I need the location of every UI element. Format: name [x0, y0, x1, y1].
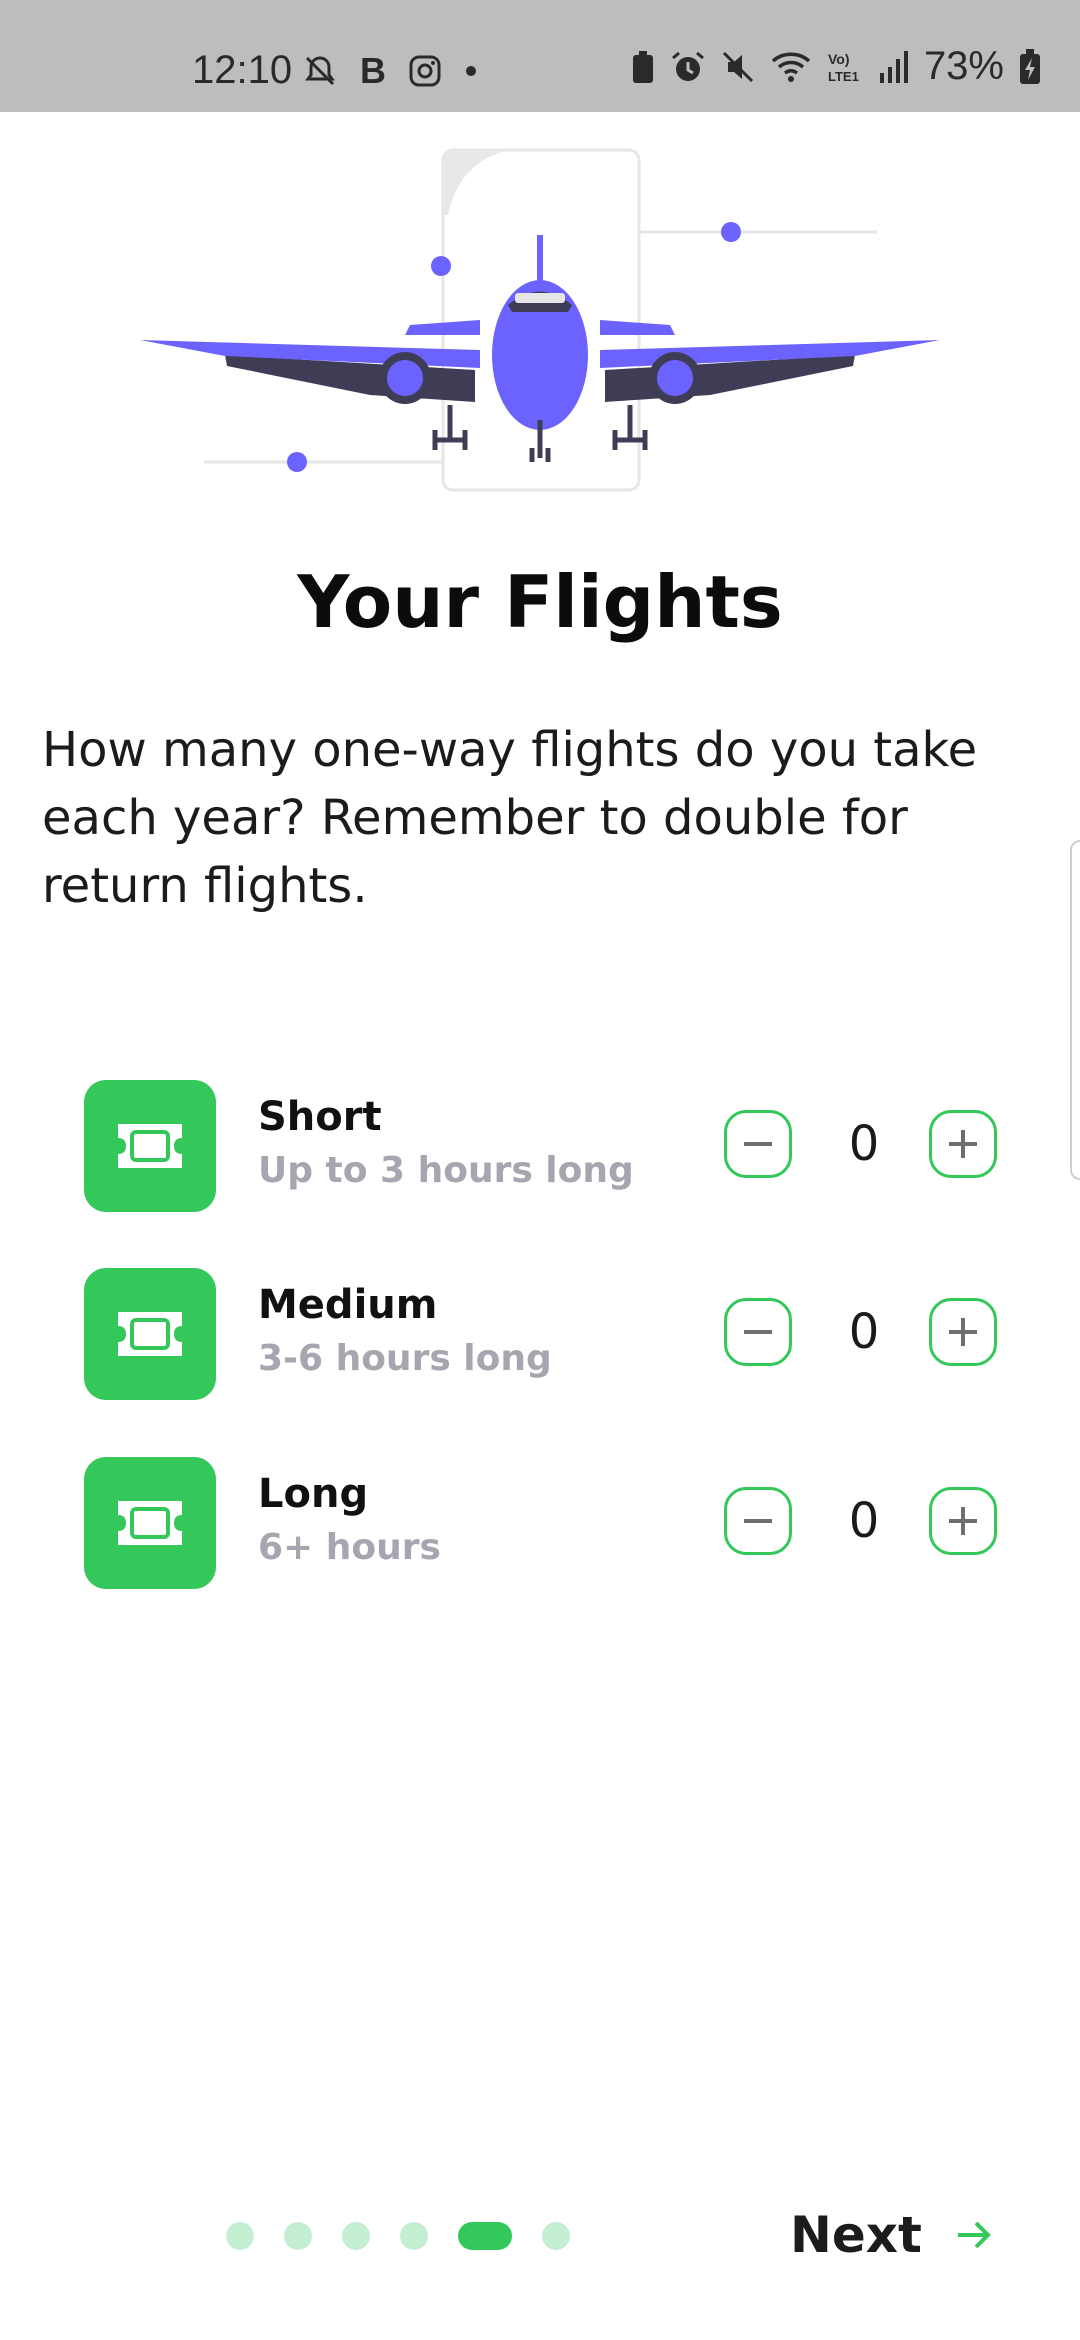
increment-button[interactable] [929, 1487, 997, 1555]
decrement-button[interactable] [724, 1298, 792, 1366]
next-button[interactable]: Next [790, 2200, 996, 2270]
flight-name: Short [258, 1094, 382, 1140]
page-dot [284, 2222, 312, 2250]
b-app-icon: B [360, 50, 386, 91]
battery-saver-icon [632, 50, 653, 83]
edge-panel-handle[interactable] [1070, 840, 1080, 1180]
flight-count: 0 [848, 1493, 880, 1549]
flight-row-long: Long 6+ hours 0 [84, 1457, 1004, 1589]
flight-duration: Up to 3 hours long [258, 1150, 634, 1191]
svg-text:LTE1: LTE1 [828, 69, 859, 84]
status-time: 12:10 [192, 48, 293, 92]
flight-row-short: Short Up to 3 hours long 0 [84, 1080, 1004, 1212]
flight-row-medium: Medium 3-6 hours long 0 [84, 1268, 1004, 1400]
flight-name: Medium [258, 1282, 438, 1328]
page-title: Your Flights [297, 560, 783, 644]
plus-icon [949, 1130, 977, 1158]
notifications-off-icon [305, 56, 335, 86]
plus-icon [949, 1507, 977, 1535]
flight-count: 0 [848, 1116, 880, 1172]
dot-icon [466, 66, 476, 76]
instagram-icon [409, 55, 441, 87]
battery-percent: 73% [923, 44, 1004, 88]
plus-icon [949, 1318, 977, 1346]
flight-name: Long [258, 1471, 369, 1517]
ticket-icon [84, 1457, 216, 1589]
status-bar: 12:10 B Vo) LTE1 73% [0, 0, 1080, 112]
minus-icon [744, 1330, 772, 1334]
ticket-icon [84, 1080, 216, 1212]
page-dot [542, 2222, 570, 2250]
volte-icon: Vo) LTE1 [828, 51, 859, 84]
increment-button[interactable] [929, 1110, 997, 1178]
page-description: How many one-way flights do you take eac… [42, 722, 978, 914]
status-left-icons: B [302, 50, 478, 92]
flight-duration: 3-6 hours long [258, 1338, 552, 1379]
page-dot-active [458, 2222, 512, 2250]
svg-text:Vo): Vo) [828, 51, 850, 67]
minus-icon [744, 1142, 772, 1146]
status-right-icons: Vo) LTE1 73% [630, 44, 1042, 89]
page-dot [226, 2222, 254, 2250]
decrement-button[interactable] [724, 1487, 792, 1555]
arrow-right-icon [957, 2221, 991, 2249]
flight-duration: 6+ hours [258, 1527, 441, 1568]
next-label: Next [790, 2206, 922, 2264]
ticket-icon [84, 1268, 216, 1400]
page-dot [400, 2222, 428, 2250]
decrement-button[interactable] [724, 1110, 792, 1178]
page-indicator [226, 2222, 600, 2250]
battery-charging-icon [1020, 48, 1040, 84]
flight-count: 0 [848, 1304, 880, 1360]
page-dot [342, 2222, 370, 2250]
wifi-icon [771, 52, 811, 82]
alarm-icon [671, 51, 704, 81]
increment-button[interactable] [929, 1298, 997, 1366]
minus-icon [744, 1519, 772, 1523]
airplane-illustration [140, 148, 940, 492]
mute-icon [722, 51, 753, 82]
signal-icon [879, 50, 908, 83]
screen: 12:10 B Vo) LTE1 73% Your Flights How ma… [0, 0, 1080, 2340]
